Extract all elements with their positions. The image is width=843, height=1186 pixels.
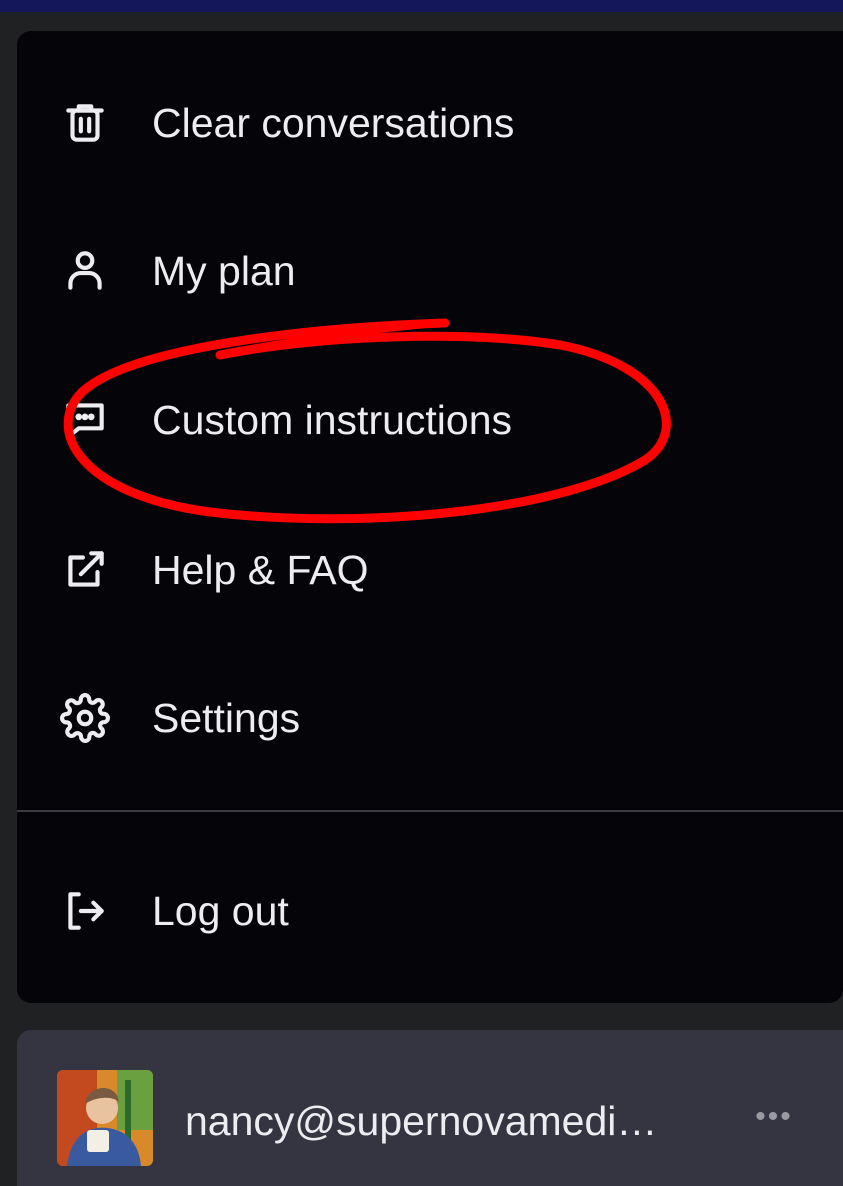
trash-icon bbox=[57, 95, 113, 151]
account-menu: Clear conversations My plan Custom instr… bbox=[17, 31, 843, 1003]
menu-item-help-faq[interactable]: Help & FAQ bbox=[17, 515, 843, 625]
logout-icon bbox=[57, 883, 113, 939]
top-strip bbox=[0, 0, 843, 12]
menu-item-label: Help & FAQ bbox=[152, 546, 369, 593]
avatar bbox=[57, 1070, 153, 1166]
user-icon bbox=[57, 243, 113, 299]
account-bar[interactable]: nancy@supernovamedi… ••• bbox=[17, 1030, 843, 1186]
gear-icon bbox=[57, 690, 113, 746]
menu-item-label: Log out bbox=[152, 887, 289, 934]
menu-item-custom-instructions[interactable]: Custom instructions bbox=[17, 365, 843, 475]
chat-bubble-icon bbox=[57, 392, 113, 448]
menu-item-label: Custom instructions bbox=[152, 396, 513, 443]
menu-divider bbox=[17, 810, 843, 812]
menu-item-clear-conversations[interactable]: Clear conversations bbox=[17, 68, 843, 178]
menu-item-log-out[interactable]: Log out bbox=[17, 856, 843, 966]
more-options-icon[interactable]: ••• bbox=[748, 1102, 800, 1132]
menu-item-label: Settings bbox=[152, 694, 301, 741]
external-link-icon bbox=[57, 542, 113, 598]
menu-item-label: My plan bbox=[152, 247, 296, 294]
account-email: nancy@supernovamedi… bbox=[185, 1098, 658, 1144]
menu-item-my-plan[interactable]: My plan bbox=[17, 216, 843, 326]
menu-item-settings[interactable]: Settings bbox=[17, 663, 843, 773]
app-frame: Clear conversations My plan Custom instr… bbox=[0, 0, 843, 1186]
menu-item-label: Clear conversations bbox=[152, 99, 515, 146]
